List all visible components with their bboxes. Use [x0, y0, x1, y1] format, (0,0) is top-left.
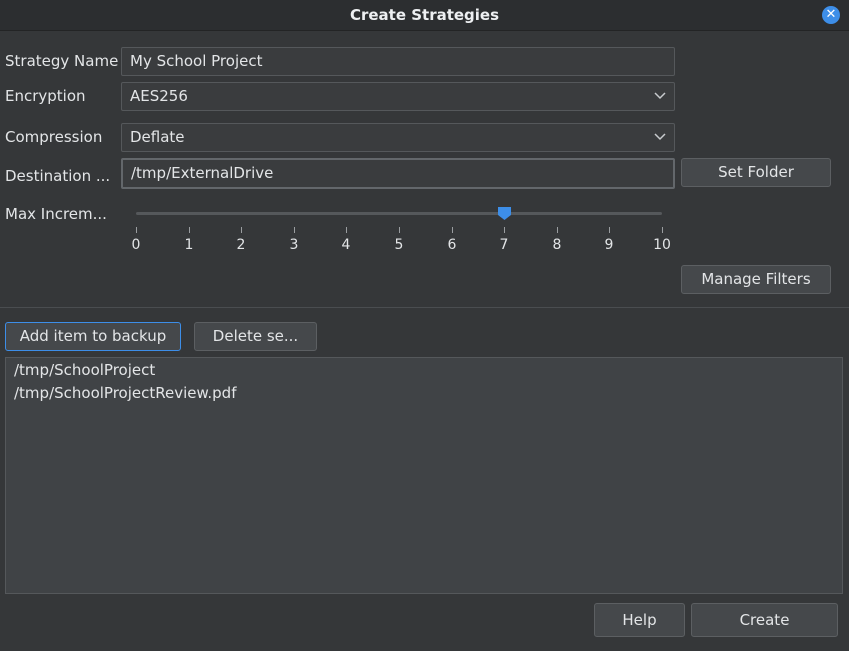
slider-tick-label: 5	[394, 237, 404, 253]
delete-selected-button[interactable]: Delete se...	[194, 322, 317, 351]
slider-tick-label: 8	[552, 237, 562, 253]
slider-tick	[189, 227, 190, 233]
destination-field[interactable]: /tmp/ExternalDrive	[121, 158, 675, 189]
slider-tick-label: 1	[184, 237, 194, 253]
encryption-select[interactable]: AES256	[121, 82, 675, 111]
slider-tick	[136, 227, 137, 233]
strategy-name-label: Strategy Name	[5, 52, 119, 70]
backup-items-list[interactable]: /tmp/SchoolProject /tmp/SchoolProjectRev…	[5, 357, 843, 594]
slider-tick-label: 0	[131, 237, 141, 253]
compression-value: Deflate	[130, 128, 185, 146]
separator	[0, 307, 849, 308]
list-item[interactable]: /tmp/SchoolProject	[14, 361, 155, 379]
compression-select[interactable]: Deflate	[121, 123, 675, 152]
slider-tick	[662, 227, 663, 233]
list-item[interactable]: /tmp/SchoolProjectReview.pdf	[14, 384, 236, 402]
close-icon[interactable]: ✕	[822, 6, 840, 24]
help-button[interactable]: Help	[594, 603, 685, 637]
create-button[interactable]: Create	[691, 603, 838, 637]
manage-filters-button[interactable]: Manage Filters	[681, 265, 831, 294]
slider-tick	[452, 227, 453, 233]
encryption-value: AES256	[130, 87, 188, 105]
slider-tick-label: 9	[604, 237, 614, 253]
slider-tick	[504, 227, 505, 233]
title-bar: Create Strategies ✕	[0, 0, 849, 31]
strategy-name-field[interactable]: My School Project	[121, 47, 675, 76]
slider-tick	[294, 227, 295, 233]
slider-tick-label: 4	[341, 237, 351, 253]
chevron-down-icon	[654, 124, 666, 159]
max-increment-label: Max Increm...	[5, 205, 107, 223]
add-item-button[interactable]: Add item to backup	[5, 322, 181, 351]
set-folder-button[interactable]: Set Folder	[681, 158, 831, 187]
chevron-down-icon	[654, 83, 666, 118]
destination-label: Destination ...	[5, 167, 111, 185]
slider-tick	[241, 227, 242, 233]
slider-tick	[346, 227, 347, 233]
encryption-label: Encryption	[5, 87, 86, 105]
slider-tick	[609, 227, 610, 233]
slider-tick-label: 3	[289, 237, 299, 253]
slider-tick-label: 10	[653, 237, 671, 253]
slider-tick-label: 2	[236, 237, 246, 253]
slider-tick-label: 6	[447, 237, 457, 253]
window-title: Create Strategies	[349, 6, 500, 24]
slider-tick-label: 7	[499, 237, 509, 253]
slider-tick	[557, 227, 558, 233]
compression-label: Compression	[5, 128, 103, 146]
slider-handle[interactable]	[497, 206, 512, 221]
max-increment-slider[interactable]	[136, 212, 662, 215]
slider-tick	[399, 227, 400, 233]
